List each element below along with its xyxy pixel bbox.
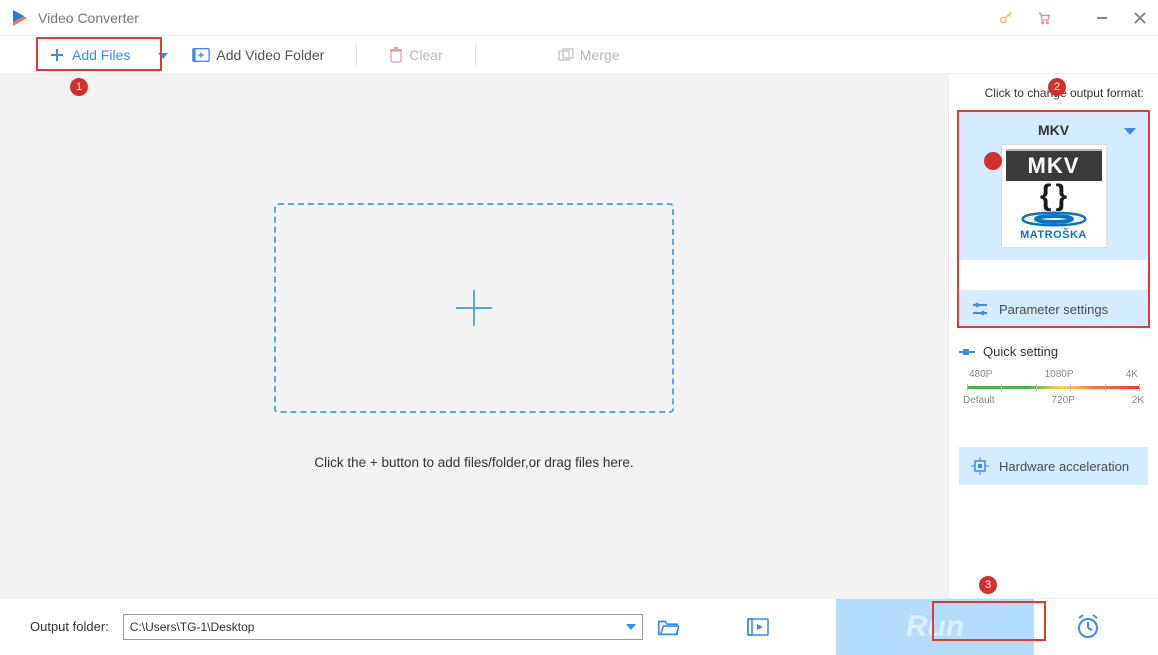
highlight-box-1 bbox=[36, 37, 162, 71]
qs-label: Default bbox=[963, 395, 995, 406]
app-logo-icon bbox=[10, 8, 30, 28]
output-folder-input[interactable]: C:\Users\TG-1\Desktop bbox=[123, 614, 643, 640]
qs-label: 1080P bbox=[1045, 369, 1074, 380]
output-folder-label: Output folder: bbox=[30, 619, 109, 634]
highlight-box-2 bbox=[957, 110, 1150, 328]
sidebar: Click to change output format: MKV MKV {… bbox=[948, 74, 1158, 598]
add-folder-label: Add Video Folder bbox=[216, 47, 324, 63]
quick-setting-section: Quick setting 480P 1080P 4K Default 720P… bbox=[959, 340, 1148, 417]
trash-icon bbox=[389, 47, 403, 63]
chevron-down-icon bbox=[626, 624, 636, 630]
merge-icon bbox=[558, 48, 574, 62]
dropzone-plus-icon bbox=[450, 284, 498, 332]
minimize-icon[interactable] bbox=[1094, 10, 1110, 26]
marker-1: 1 bbox=[70, 78, 88, 96]
merge-button[interactable]: Merge bbox=[548, 47, 630, 63]
cart-icon[interactable] bbox=[1036, 10, 1052, 26]
alarm-clock-icon bbox=[1075, 614, 1101, 640]
qs-label: 2K bbox=[1132, 395, 1144, 406]
close-icon[interactable] bbox=[1132, 10, 1148, 26]
qs-label: 480P bbox=[969, 369, 992, 380]
toolbar-divider bbox=[356, 44, 357, 66]
video-folder-icon bbox=[747, 618, 769, 636]
dropzone-hint: Click the + button to add files/folder,o… bbox=[314, 455, 633, 470]
marker-3: 3 bbox=[979, 576, 997, 594]
folder-open-icon bbox=[657, 617, 679, 637]
video-folder-button[interactable] bbox=[747, 616, 769, 638]
quick-setting-icon bbox=[959, 347, 975, 357]
app-title: Video Converter bbox=[38, 10, 139, 26]
quick-setting-title: Quick setting bbox=[983, 344, 1058, 359]
toolbar: Add Files Add Video Folder Clear Merge bbox=[0, 36, 1158, 74]
qs-label: 4K bbox=[1126, 369, 1138, 380]
quality-slider[interactable]: 480P 1080P 4K Default 720P 2K bbox=[963, 369, 1144, 413]
chip-icon bbox=[971, 457, 989, 475]
hardware-acceleration-label: Hardware acceleration bbox=[999, 459, 1129, 474]
clear-button[interactable]: Clear bbox=[379, 47, 452, 63]
title-bar: Video Converter bbox=[0, 0, 1158, 36]
marker-2: 2 bbox=[1048, 78, 1066, 96]
open-folder-button[interactable] bbox=[657, 616, 679, 638]
dropzone[interactable] bbox=[274, 203, 674, 413]
folder-plus-icon bbox=[192, 47, 210, 63]
key-icon[interactable] bbox=[998, 10, 1014, 26]
hardware-acceleration-button[interactable]: Hardware acceleration bbox=[959, 447, 1148, 485]
merge-label: Merge bbox=[580, 47, 620, 63]
output-folder-path: C:\Users\TG-1\Desktop bbox=[130, 620, 255, 634]
add-video-folder-button[interactable]: Add Video Folder bbox=[182, 47, 334, 63]
dropzone-area: Click the + button to add files/folder,o… bbox=[0, 74, 948, 598]
timer-button[interactable] bbox=[1048, 599, 1128, 655]
highlight-box-3 bbox=[932, 601, 1046, 641]
marker-2 bbox=[984, 152, 1002, 170]
clear-label: Clear bbox=[409, 47, 442, 63]
qs-label: 720P bbox=[1052, 395, 1075, 406]
toolbar-divider bbox=[475, 44, 476, 66]
